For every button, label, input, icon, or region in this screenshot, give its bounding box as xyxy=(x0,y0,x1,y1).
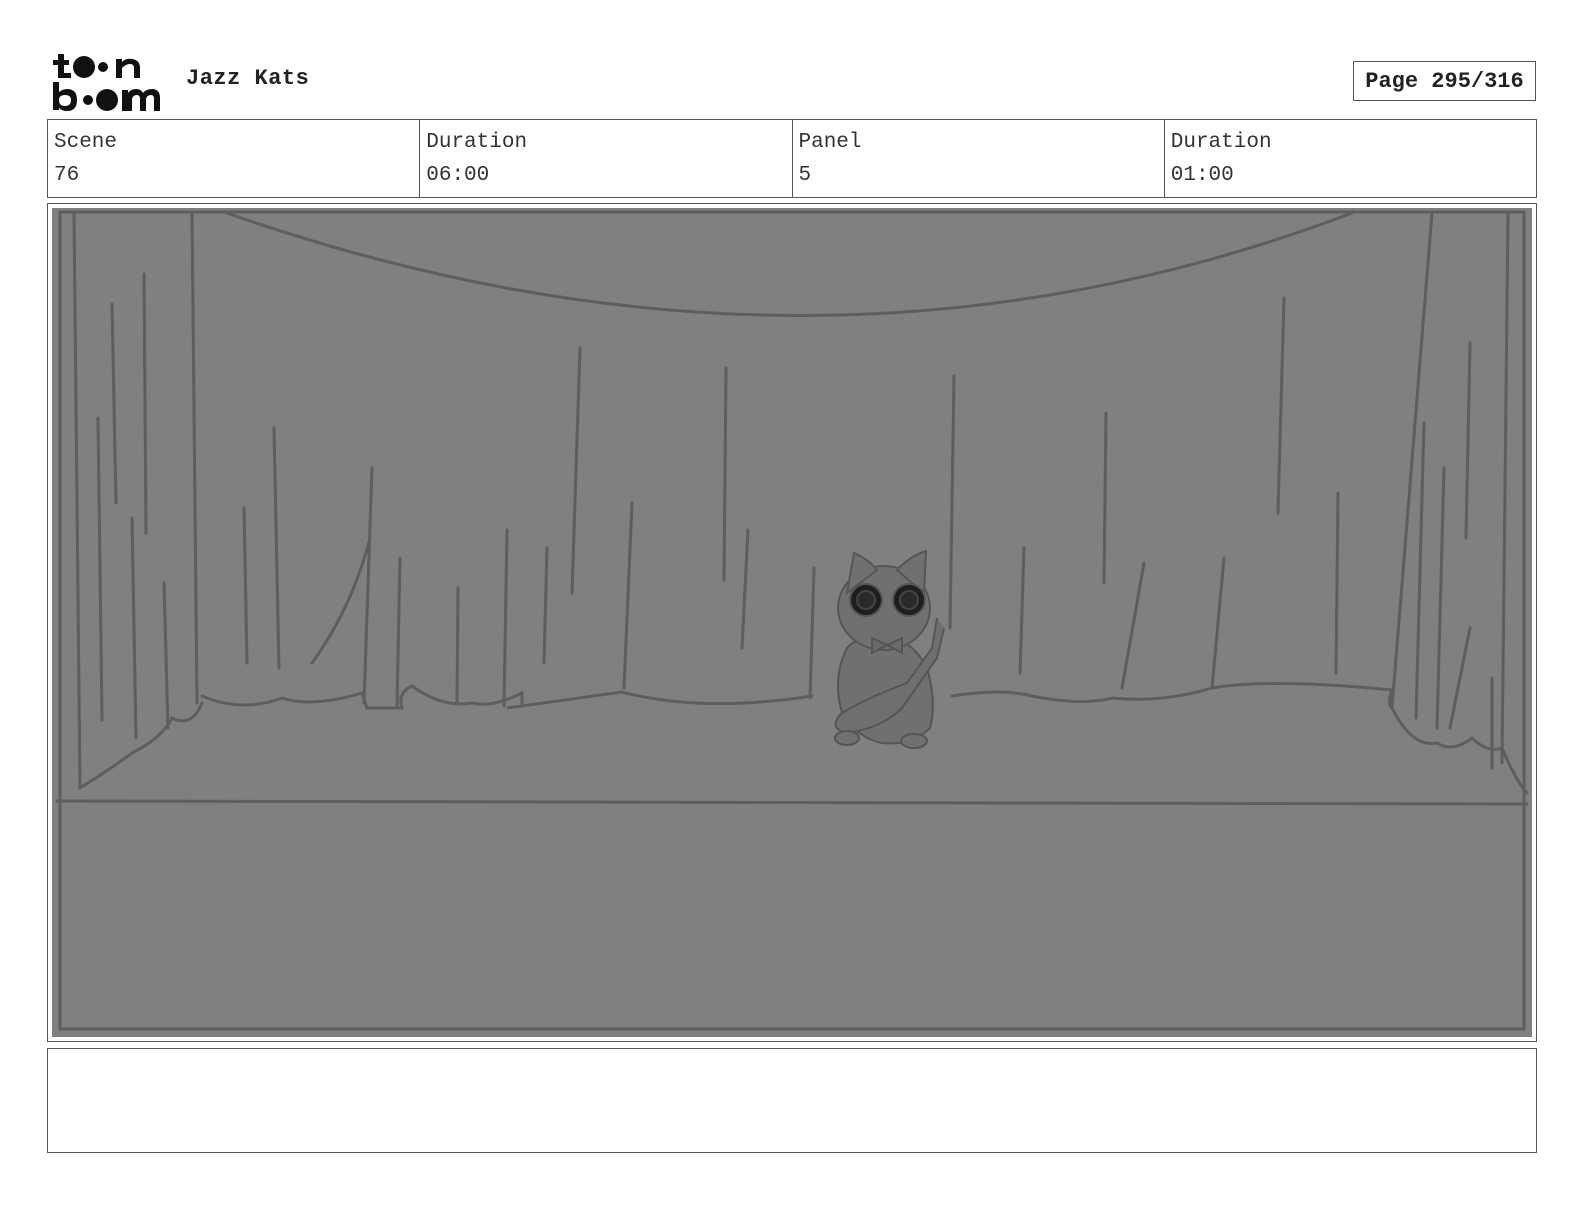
cat-right-foot xyxy=(900,733,928,749)
scene-info-table: Scene 76 Duration 06:00 Panel 5 Duration… xyxy=(47,119,1537,198)
panel-cell: Panel 5 xyxy=(791,120,1164,197)
panel-label: Panel xyxy=(798,131,862,154)
panel-value: 5 xyxy=(798,164,812,187)
scene-label: Scene xyxy=(54,131,118,154)
project-title: Jazz Kats xyxy=(186,66,310,91)
panel-background xyxy=(52,208,1532,1037)
panel-duration-cell: Duration 01:00 xyxy=(1163,120,1536,197)
panel-caption-box xyxy=(47,1048,1537,1153)
panel-duration-label: Duration xyxy=(1170,131,1272,154)
panel-sketch-image xyxy=(52,208,1532,1037)
storyboard-panel xyxy=(47,203,1537,1042)
scene-duration-value: 06:00 xyxy=(426,164,490,187)
scene-value: 76 xyxy=(54,164,80,187)
page-indicator: Page 295/316 xyxy=(1353,61,1536,101)
scene-duration-label: Duration xyxy=(426,131,528,154)
cat-left-foot xyxy=(834,730,860,746)
panel-duration-value: 01:00 xyxy=(1170,164,1234,187)
scene-cell: Scene 76 xyxy=(48,120,419,197)
scene-duration-cell: Duration 06:00 xyxy=(419,120,791,197)
toon-boom-logo xyxy=(53,54,160,111)
